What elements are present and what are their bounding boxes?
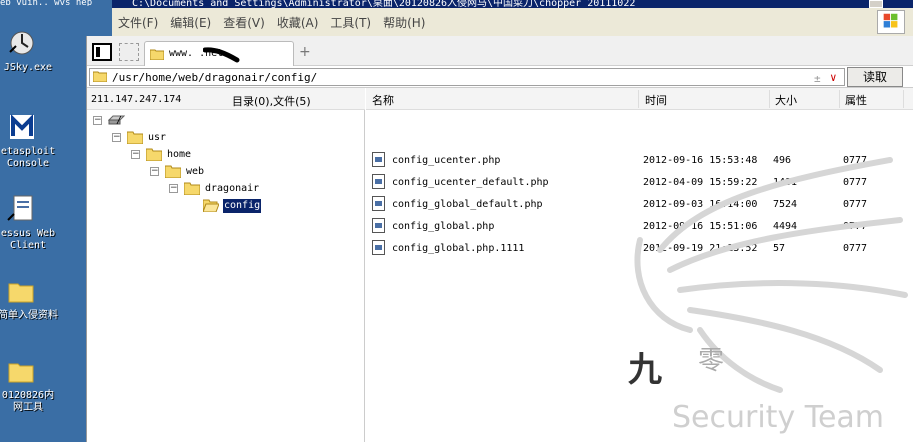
tab-bar: www. .net + [87, 36, 913, 66]
collapse-icon[interactable]: − [131, 150, 140, 159]
collapse-icon[interactable]: − [93, 116, 102, 125]
column-attr-header[interactable]: 属性 [845, 92, 867, 108]
folder-icon [150, 49, 164, 60]
read-button[interactable]: 读取 [847, 67, 903, 87]
panel-icon [96, 47, 100, 57]
path-dropdown-icon[interactable]: ∨ [830, 71, 837, 84]
folder-icon [184, 182, 200, 195]
php-file-icon [372, 218, 385, 233]
column-divider[interactable] [903, 90, 904, 108]
collapse-icon[interactable]: − [169, 184, 178, 193]
watermark-text: Security Team [672, 400, 885, 435]
outer-window-title: C:\Documents and Settings\Administrator\… [112, 0, 913, 8]
tab-site[interactable]: www. .net [144, 41, 294, 66]
tree-node-usr[interactable]: − usr [112, 130, 352, 146]
desktop-icon-label: etasploit Console [0, 146, 56, 169]
watermark-glyph: 零 [698, 346, 725, 376]
windows-logo-icon [877, 10, 905, 34]
column-name-header[interactable]: 名称 [372, 92, 394, 108]
folder-icon [93, 71, 107, 82]
tree-node-config[interactable]: config [188, 198, 348, 214]
path-plusminus-icon[interactable]: ± [814, 72, 821, 85]
menu-tools[interactable]: 工具(T) [324, 10, 377, 32]
desktop: JSky.exe etasploit Console essus Web Cli… [0, 0, 84, 442]
php-file-icon [372, 196, 385, 211]
new-window-button[interactable] [119, 43, 139, 61]
tree-header: 211.147.247.174 目录(0),文件(5) [87, 88, 365, 110]
add-tab-button[interactable]: + [299, 45, 311, 59]
file-name: config_ucenter_default.php [392, 177, 549, 188]
desktop-icon-label: essus Web Client [0, 228, 56, 251]
desktop-icon-label: JSky.exe [3, 62, 53, 73]
outer-menu-bar: 文件(F) 编辑(E) 查看(V) 收藏(A) 工具(T) 帮助(H) [112, 10, 431, 32]
menu-favorites[interactable]: 收藏(A) [271, 10, 325, 32]
folder-icon [8, 283, 34, 303]
folder-icon [146, 148, 162, 161]
tree-node-label: usr [148, 132, 167, 143]
desktop-icon-label: 0120826内网工具 [1, 390, 55, 413]
desktop-icon-label: 简单入侵资料 [0, 310, 58, 321]
tree-node-web[interactable]: − web [150, 164, 350, 180]
file-name: config_global_default.php [392, 199, 543, 210]
item-count: 目录(0),文件(5) [232, 95, 311, 108]
column-divider[interactable] [769, 90, 770, 108]
column-divider[interactable] [638, 90, 639, 108]
sidebar-toggle-button[interactable] [92, 43, 112, 61]
tree-node-label: config [223, 199, 262, 213]
file-name: config_global.php [392, 221, 495, 232]
column-divider[interactable] [839, 90, 840, 108]
directory-tree: 211.147.247.174 目录(0),文件(5) − / − usr − … [87, 88, 365, 442]
path-input[interactable]: /usr/home/web/dragonair/config/ ± ∨ [89, 68, 845, 86]
column-time-header[interactable]: 时间 [645, 92, 667, 108]
menu-help[interactable]: 帮助(H) [377, 10, 431, 32]
redaction-scribble [203, 47, 240, 63]
file-name: config_ucenter.php [392, 155, 501, 166]
folder-icon [8, 363, 34, 383]
metasploit-icon [10, 114, 34, 139]
menu-file[interactable]: 文件(F) [112, 10, 164, 32]
folder-icon [127, 131, 143, 144]
server-ip: 211.147.247.174 [91, 94, 182, 105]
menu-edit[interactable]: 编辑(E) [164, 10, 217, 32]
path-value: /usr/home/web/dragonair/config/ [112, 71, 318, 84]
tree-node-home[interactable]: − home [131, 147, 351, 163]
file-name: config_global.php.1111 [392, 243, 525, 254]
watermark-glyph: 九 [628, 350, 662, 390]
folder-icon [165, 165, 181, 178]
tree-node-root[interactable]: − / [93, 113, 353, 129]
tree-node-label: home [167, 149, 192, 160]
open-folder-icon [203, 199, 219, 212]
tree-node-label: web [186, 166, 205, 177]
path-bar: /usr/home/web/dragonair/config/ ± ∨ 读取 [87, 66, 913, 88]
tree-node-label: dragonair [205, 183, 260, 194]
column-size-header[interactable]: 大小 [775, 92, 797, 108]
tree-node-label: / [116, 115, 123, 126]
menu-view[interactable]: 查看(V) [217, 10, 271, 32]
collapse-icon[interactable]: − [112, 133, 121, 142]
php-file-icon [372, 240, 385, 255]
window-control-button[interactable] [869, 0, 883, 8]
nessus-icon [7, 195, 33, 221]
tree-node-dragonair[interactable]: − dragonair [169, 181, 349, 197]
outer-window: C:\Documents and Settings\Administrator\… [112, 0, 913, 36]
jsky-icon [9, 31, 34, 55]
php-file-icon [372, 152, 385, 167]
file-list-header: 名称 时间 大小 属性 [366, 88, 913, 110]
collapse-icon[interactable]: − [150, 167, 159, 176]
php-file-icon [372, 174, 385, 189]
